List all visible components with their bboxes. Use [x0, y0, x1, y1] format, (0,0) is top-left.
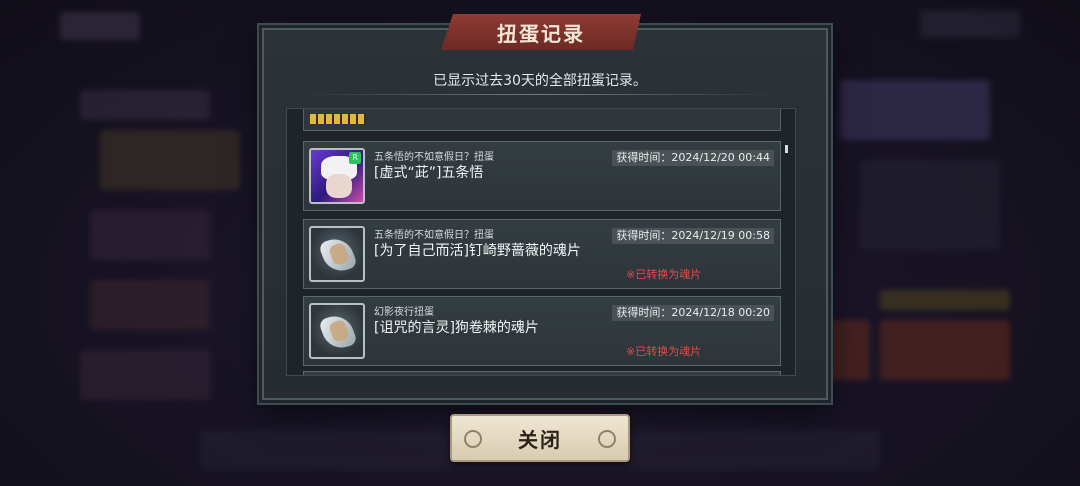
- record-source: 五条悟的不如意假日？扭蛋: [374, 152, 494, 163]
- record-time: 获得时间：2024/12/20 00:44: [612, 150, 774, 166]
- ornament-icon: [464, 430, 482, 448]
- record-name: [为了自己而活]钉崎野蔷薇的魂片: [374, 243, 581, 259]
- divider: [300, 94, 780, 95]
- record-source: 五条悟的不如意假日？扭蛋: [374, 230, 494, 241]
- record-list[interactable]: R 五条悟的不如意假日？扭蛋 [虚式“茈”]五条悟 获得时间：2024/12/2…: [286, 108, 796, 376]
- scrollbar[interactable]: [785, 145, 788, 153]
- dialog-subtitle: 已显示过去30天的全部扭蛋记录。: [433, 73, 647, 89]
- character-portrait-icon: R: [309, 148, 365, 204]
- close-button[interactable]: 关闭: [450, 414, 630, 462]
- record-source: 幻影夜行扭蛋: [374, 307, 434, 318]
- record-name: [诅咒的言灵]狗卷棘的魂片: [374, 320, 539, 336]
- ornament-icon: [598, 430, 616, 448]
- list-item[interactable]: 五条悟的不如意假日？扭蛋 [为了自己而活]钉崎野蔷薇的魂片 获得时间：2024/…: [303, 219, 781, 289]
- converted-note: ※已转换为魂片: [626, 268, 702, 281]
- converted-note: ※已转换为魂片: [626, 345, 702, 358]
- close-button-label: 关闭: [518, 427, 562, 452]
- record-time: 获得时间：2024/12/19 00:58: [612, 228, 774, 244]
- list-item-partial: [303, 371, 781, 375]
- record-name: [虚式“茈”]五条悟: [374, 165, 484, 181]
- soul-fragment-icon: [309, 303, 365, 359]
- list-item[interactable]: 幻影夜行扭蛋 [诅咒的言灵]狗卷棘的魂片 获得时间：2024/12/18 00:…: [303, 296, 781, 366]
- dialog-title: 扭蛋记录: [441, 14, 641, 50]
- record-time: 获得时间：2024/12/18 00:20: [612, 305, 774, 321]
- soul-fragment-icon: [309, 226, 365, 282]
- rarity-stripe-icon: [310, 114, 366, 124]
- list-item[interactable]: R 五条悟的不如意假日？扭蛋 [虚式“茈”]五条悟 获得时间：2024/12/2…: [303, 141, 781, 211]
- list-item-partial: [303, 109, 781, 131]
